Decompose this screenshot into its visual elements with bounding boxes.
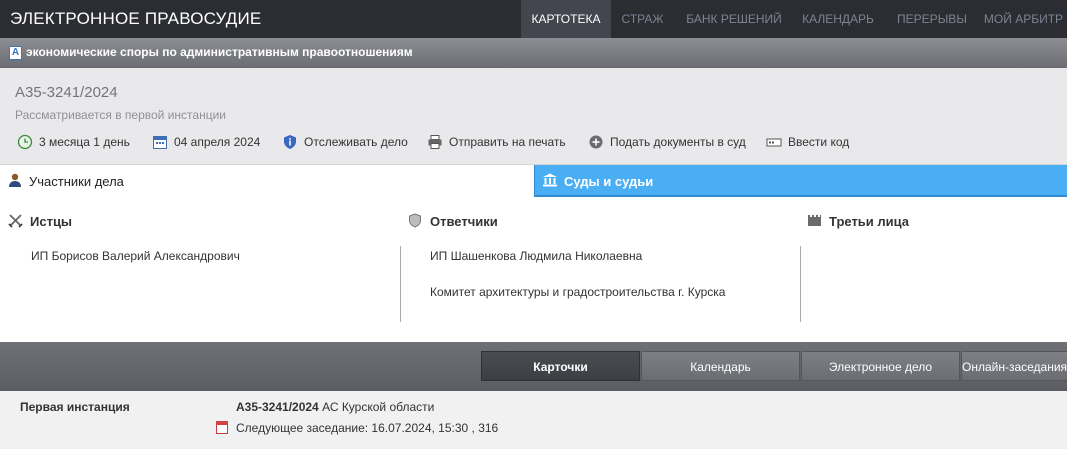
printer-icon xyxy=(427,134,443,150)
courthouse-icon xyxy=(542,173,558,190)
shield-icon xyxy=(408,213,422,231)
case-number: А35-3241/2024 xyxy=(15,84,118,101)
nav-calendar[interactable]: КАЛЕНДАРЬ xyxy=(792,0,884,38)
category-a-icon: A xyxy=(9,46,22,60)
submit-documents-label: Подать документы в суд xyxy=(610,135,746,149)
instance-case: А35-3241/2024 АС Курской области xyxy=(236,400,434,414)
date-label: 04 апреля 2024 xyxy=(174,135,261,149)
calendar-icon xyxy=(152,134,168,150)
defendant-item[interactable]: ИП Шашенкова Людмила Николаевна xyxy=(430,249,642,263)
shield-info-icon xyxy=(282,134,298,150)
third-parties-title: Третьи лица xyxy=(829,214,910,229)
track-case-label: Отслеживать дело xyxy=(304,135,408,149)
calendar-icon xyxy=(216,421,228,434)
enter-code-label: Ввести код xyxy=(788,135,850,149)
crossed-swords-icon xyxy=(8,213,23,231)
instance-court: АС Курской области xyxy=(322,400,435,414)
tab-online-sessions[interactable]: Онлайн-заседания xyxy=(961,351,1067,381)
tab-courts-label: Суды и судьи xyxy=(564,174,654,189)
code-field-icon xyxy=(766,134,782,150)
site-logo[interactable]: ЭЛЕКТРОННОЕ ПРАВОСУДИЕ xyxy=(10,9,261,29)
instance-label: Первая инстанция xyxy=(20,400,130,414)
plaintiff-item[interactable]: ИП Борисов Валерий Александрович xyxy=(31,249,240,263)
print-label: Отправить на печать xyxy=(449,135,566,149)
tab-calendar[interactable]: Календарь xyxy=(641,351,800,381)
nav-breaks[interactable]: ПЕРЕРЫВЫ xyxy=(884,0,980,38)
plus-circle-icon xyxy=(588,134,604,150)
nav-guard[interactable]: СТРАЖ xyxy=(611,0,674,38)
tab-participants[interactable]: Участники дела xyxy=(0,165,534,197)
column-divider xyxy=(400,246,401,322)
tab-courts-judges[interactable]: Суды и судьи xyxy=(534,165,1067,197)
tab-participants-label: Участники дела xyxy=(29,174,124,189)
column-divider xyxy=(800,246,801,322)
defendant-item[interactable]: Комитет архитектуры и градостроительства… xyxy=(430,285,725,299)
plaintiffs-title: Истцы xyxy=(30,214,73,229)
instance-section xyxy=(0,391,1067,449)
next-session: Следующее заседание: 16.07.2024, 15:30 ,… xyxy=(236,421,499,435)
tab-electronic-case[interactable]: Электронное дело xyxy=(801,351,960,381)
tab-cards[interactable]: Карточки xyxy=(481,351,640,381)
duration-label: 3 месяца 1 день xyxy=(39,135,130,149)
nav-my-arbiter[interactable]: МОЙ АРБИТР xyxy=(980,0,1067,38)
defendants-title: Ответчики xyxy=(430,214,498,229)
nav-decisions-bank[interactable]: БАНК РЕШЕНИЙ xyxy=(676,0,792,38)
nav-cards[interactable]: КАРТОТЕКА xyxy=(521,0,611,38)
clock-back-icon xyxy=(17,134,33,150)
case-status: Рассматривается в первой инстанции xyxy=(15,108,226,122)
person-icon xyxy=(8,173,22,191)
instance-case-number[interactable]: А35-3241/2024 xyxy=(236,400,319,414)
castle-icon xyxy=(807,213,822,230)
category-title: экономические споры по административным … xyxy=(26,45,413,59)
